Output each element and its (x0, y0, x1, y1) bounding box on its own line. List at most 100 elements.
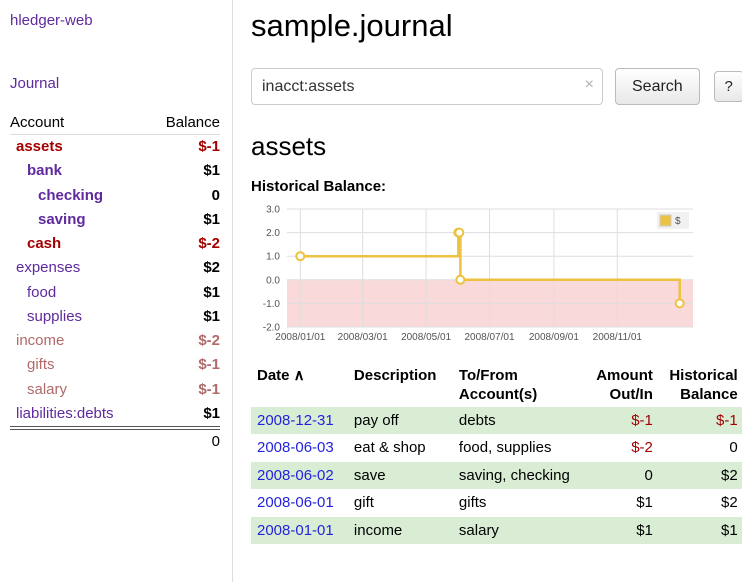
account-link[interactable]: expenses (16, 259, 80, 276)
app-window: hledger-web Journal Account Balance asse… (0, 0, 742, 582)
accounts-table-body: assets$-1bank$1checking0saving$1cash$-2e… (10, 135, 220, 427)
legend-swatch (660, 215, 671, 226)
account-balance: $-1 (148, 135, 220, 160)
register-table-body: 2008-12-31pay offdebts$-1$-12008-06-03ea… (251, 407, 742, 545)
account-link[interactable]: income (16, 332, 64, 349)
register-amount-cell: $-1 (576, 407, 659, 435)
account-balance: $-1 (148, 353, 220, 377)
account-name-cell: cash (10, 232, 148, 256)
register-amount-cell: 0 (576, 462, 659, 490)
account-balance: $-2 (148, 232, 220, 256)
transaction-date-link[interactable]: 2008-12-31 (257, 412, 334, 429)
account-name-cell: checking (10, 184, 148, 208)
register-date-cell: 2008-06-01 (251, 489, 348, 517)
account-link[interactable]: bank (27, 162, 62, 179)
transaction-date-link[interactable]: 2008-06-03 (257, 439, 334, 456)
register-column-header[interactable]: Date ∧ (251, 365, 348, 407)
register-date-cell: 2008-06-02 (251, 462, 348, 490)
account-balance: $1 (148, 402, 220, 427)
register-accounts-cell: salary (453, 517, 576, 545)
y-tick-label: 1.0 (266, 252, 280, 263)
register-date-cell: 2008-12-31 (251, 407, 348, 435)
register-amount-cell: $1 (576, 517, 659, 545)
register-description-cell: save (348, 462, 453, 490)
account-row: assets $-1 (10, 135, 220, 160)
register-amount-cell: $-2 (576, 434, 659, 462)
sidebar: hledger-web Journal Account Balance asse… (0, 0, 233, 582)
register-date-cell: 2008-01-01 (251, 517, 348, 545)
chart-title: Historical Balance: (251, 178, 742, 195)
account-name-cell: bank (10, 159, 148, 183)
account-balance: $1 (148, 305, 220, 329)
app-title-link[interactable]: hledger-web (10, 12, 220, 29)
register-column-header: Description (348, 365, 453, 407)
data-point-marker (455, 229, 463, 237)
register-description-cell: pay off (348, 407, 453, 435)
register-balance-cell: 0 (659, 434, 742, 462)
account-row: food $1 (10, 281, 220, 305)
register-column-header: AmountOut/In (576, 365, 659, 407)
search-button[interactable]: Search (615, 68, 700, 105)
y-tick-label: 0.0 (266, 275, 280, 286)
accounts-header-account: Account (10, 112, 148, 135)
account-row: cash $-2 (10, 232, 220, 256)
clear-search-icon[interactable]: × (585, 77, 594, 93)
account-row: income$-2 (10, 329, 220, 353)
account-link[interactable]: cash (27, 235, 61, 252)
transaction-date-link[interactable]: 2008-01-01 (257, 522, 334, 539)
register-description-cell: eat & shop (348, 434, 453, 462)
help-button[interactable]: ? (714, 71, 742, 102)
account-name-cell: liabilities:debts (10, 402, 148, 427)
account-link[interactable]: food (27, 284, 56, 301)
y-tick-label: 2.0 (266, 228, 280, 239)
register-accounts-cell: food, supplies (453, 434, 576, 462)
sort-ascending-icon: ∧ (290, 367, 305, 384)
x-tick-label: 2008/11/01 (593, 332, 643, 343)
account-row: liabilities:debts $1 (10, 402, 220, 427)
accounts-table: Account Balance assets$-1bank$1checking0… (10, 112, 220, 427)
account-name-cell: income (10, 329, 148, 353)
account-row: bank$1 (10, 159, 220, 183)
account-name-cell: salary (10, 378, 148, 402)
account-link[interactable]: assets (16, 138, 63, 155)
transaction-date-link[interactable]: 2008-06-02 (257, 467, 334, 484)
register-row: 2008-06-02savesaving, checking0$2 (251, 462, 742, 490)
transaction-date-link[interactable]: 2008-06-01 (257, 494, 334, 511)
register-accounts-cell: saving, checking (453, 462, 576, 490)
account-link[interactable]: salary (27, 381, 67, 398)
search-input[interactable] (251, 68, 603, 105)
accounts-header-balance: Balance (148, 112, 220, 135)
register-accounts-cell: debts (453, 407, 576, 435)
search-bar: × Search ? (251, 68, 742, 105)
register-description-cell: gift (348, 489, 453, 517)
account-link[interactable]: checking (38, 187, 103, 204)
sidebar-item-journal[interactable]: Journal (10, 75, 220, 92)
account-row: expenses$2 (10, 256, 220, 280)
register-description-cell: income (348, 517, 453, 545)
account-row: salary $-1 (10, 378, 220, 402)
x-tick-label: 2008/05/01 (401, 332, 451, 343)
register-header-row: Date ∧DescriptionTo/FromAccount(s)Amount… (251, 365, 742, 407)
main-content: sample.journal × Search ? assets Histori… (233, 0, 742, 582)
account-link[interactable]: supplies (27, 308, 82, 325)
account-balance: 0 (148, 184, 220, 208)
search-field-wrap: × (251, 68, 603, 105)
account-name-cell: expenses (10, 256, 148, 280)
account-balance: $-1 (148, 378, 220, 402)
account-row: checking 0 (10, 184, 220, 208)
x-tick-label: 2008/09/01 (529, 332, 579, 343)
account-link[interactable]: gifts (27, 356, 55, 373)
account-link[interactable]: saving (38, 211, 86, 228)
register-row: 2008-06-03 eat & shopfood, supplies$-20 (251, 434, 742, 462)
x-tick-label: 2008/01/01 (275, 332, 325, 343)
account-row: supplies $1 (10, 305, 220, 329)
register-balance-cell: $-1 (659, 407, 742, 435)
register-row: 2008-01-01incomesalary$1$1 (251, 517, 742, 545)
account-name-cell: assets (10, 135, 148, 160)
account-name-cell: food (10, 281, 148, 305)
account-link[interactable]: liabilities:debts (16, 405, 114, 422)
register-balance-cell: $2 (659, 489, 742, 517)
account-balance: $1 (148, 281, 220, 305)
account-balance: $1 (148, 208, 220, 232)
page-title: sample.journal (251, 8, 742, 44)
